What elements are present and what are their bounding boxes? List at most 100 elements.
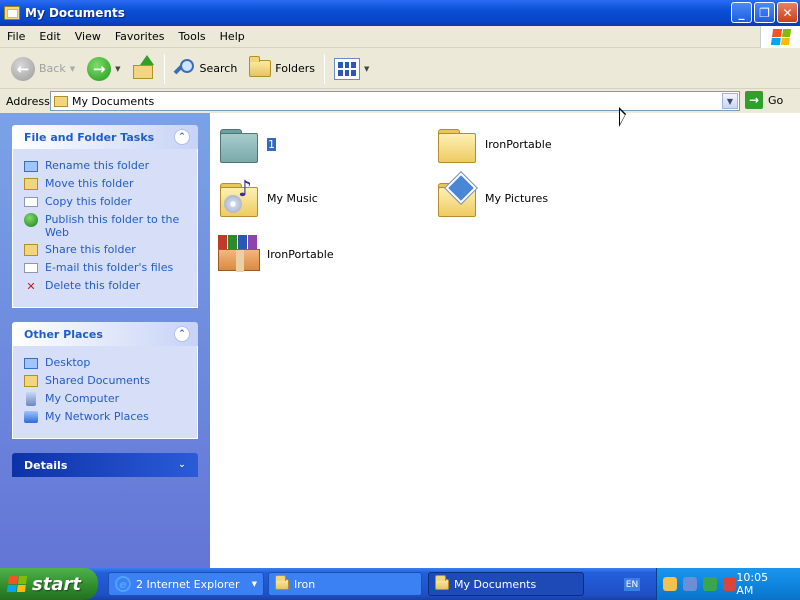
menu-tools[interactable]: Tools <box>172 30 213 43</box>
task-rename-folder[interactable]: Rename this folder <box>23 159 187 173</box>
file-view[interactable]: 1 IronPortable ♪ My Music My Pictures Ir… <box>210 113 800 568</box>
details-panel: Details ⌄ <box>12 453 198 477</box>
menu-favorites[interactable]: Favorites <box>108 30 172 43</box>
other-places-header[interactable]: Other Places ⌃ <box>12 322 198 346</box>
address-dropdown-icon[interactable]: ▼ <box>722 93 738 109</box>
folders-label: Folders <box>275 62 316 75</box>
desktop-icon <box>23 356 39 370</box>
place-my-computer[interactable]: My Computer <box>23 392 187 406</box>
toolbar-separator <box>324 53 326 84</box>
minimize-button[interactable]: _ <box>731 2 752 23</box>
menu-edit[interactable]: Edit <box>32 30 67 43</box>
file-item[interactable]: ♪ My Music <box>216 175 318 221</box>
pictures-folder-icon <box>434 172 480 221</box>
task-label: E-mail this folder's files <box>45 261 174 274</box>
file-name: My Music <box>267 191 318 205</box>
forward-dropdown-icon[interactable]: ▼ <box>115 65 120 73</box>
mouse-cursor-fill <box>620 110 625 124</box>
place-label: My Computer <box>45 392 120 405</box>
up-button[interactable] <box>130 52 158 86</box>
folder-icon <box>435 574 449 590</box>
file-item[interactable]: My Pictures <box>434 172 549 221</box>
collapse-icon[interactable]: ⌃ <box>174 129 190 145</box>
close-button[interactable]: ✕ <box>777 2 798 23</box>
taskbar-item-internet-explorer[interactable]: e 2 Internet Explorer ▼ <box>108 572 264 596</box>
file-name: My Pictures <box>485 191 549 205</box>
security-alert-icon[interactable] <box>722 577 737 591</box>
music-folder-icon: ♪ <box>216 175 262 221</box>
window-title: My Documents <box>25 6 125 20</box>
expand-icon[interactable]: ⌄ <box>174 457 190 473</box>
place-shared-documents[interactable]: Shared Documents <box>23 374 187 388</box>
task-copy-folder[interactable]: Copy this folder <box>23 195 187 209</box>
address-bar: Address My Documents ▼ → Go <box>0 90 800 112</box>
network-icon <box>23 410 39 424</box>
start-label: start <box>32 573 81 595</box>
copy-icon <box>23 195 39 209</box>
folder-icon <box>23 374 39 388</box>
address-field[interactable]: My Documents ▼ <box>50 91 740 111</box>
folder-icon <box>4 6 20 20</box>
search-button[interactable]: Search <box>171 52 241 86</box>
language-indicator[interactable]: EN <box>624 578 640 591</box>
go-button[interactable]: → Go <box>745 91 783 109</box>
folders-button[interactable]: Folders <box>246 52 318 86</box>
place-desktop[interactable]: Desktop <box>23 356 187 370</box>
menu-file[interactable]: File <box>0 30 32 43</box>
task-move-folder[interactable]: Move this folder <box>23 177 187 191</box>
toolbar: ← Back ▼ → ▼ Search Folders ▼ <box>0 49 800 89</box>
task-publish-folder[interactable]: Publish this folder to the Web <box>23 213 187 239</box>
task-email-files[interactable]: E-mail this folder's files <box>23 261 187 275</box>
file-item[interactable]: IronPortable <box>434 121 552 167</box>
delete-icon: ✕ <box>26 279 36 293</box>
forward-arrow-icon: → <box>87 56 112 81</box>
address-value: My Documents <box>72 94 155 108</box>
maximize-button[interactable]: ❐ <box>754 2 775 23</box>
folders-icon <box>249 56 272 77</box>
system-tray: 10:05 AM <box>656 568 800 600</box>
file-name: IronPortable <box>485 137 552 151</box>
back-button[interactable]: ← Back ▼ <box>8 52 78 86</box>
start-button[interactable]: start <box>0 568 98 600</box>
views-dropdown-icon[interactable]: ▼ <box>364 65 369 73</box>
collapse-icon[interactable]: ⌃ <box>174 326 190 342</box>
security-shield-icon[interactable] <box>663 577 677 591</box>
task-share-folder[interactable]: Share this folder <box>23 243 187 257</box>
menu-help[interactable]: Help <box>213 30 252 43</box>
network-tray-icon[interactable] <box>682 577 697 591</box>
place-my-network-places[interactable]: My Network Places <box>23 410 187 424</box>
computer-icon <box>23 392 39 406</box>
task-label: Publish this folder to the Web <box>45 213 180 239</box>
taskbar-item-label: 2 Internet Explorer <box>136 577 240 591</box>
back-arrow-icon: ← <box>11 56 35 81</box>
package-icon <box>216 231 262 277</box>
folder-icon <box>275 574 289 590</box>
windows-logo-icon <box>760 26 800 48</box>
task-delete-folder[interactable]: ✕ Delete this folder <box>23 279 187 293</box>
taskbar-item-iron[interactable]: Iron <box>268 572 422 596</box>
device-tray-icon[interactable] <box>702 577 717 591</box>
file-folder-tasks-header[interactable]: File and Folder Tasks ⌃ <box>12 125 198 149</box>
task-label: Delete this folder <box>45 279 141 292</box>
clock[interactable]: 10:05 AM <box>736 571 788 597</box>
views-button[interactable]: ▼ <box>331 52 372 86</box>
task-label: Rename this folder <box>45 159 150 172</box>
search-icon <box>173 58 196 80</box>
ie-icon: e <box>115 576 131 592</box>
taskbar: start e 2 Internet Explorer ▼ Iron My Do… <box>0 568 800 600</box>
file-name: IronPortable <box>267 247 334 261</box>
file-item[interactable]: IronPortable <box>216 231 334 277</box>
rename-icon <box>23 159 39 173</box>
forward-button[interactable]: → ▼ <box>84 52 123 86</box>
details-header[interactable]: Details ⌄ <box>12 453 198 477</box>
back-dropdown-icon[interactable]: ▼ <box>70 65 75 73</box>
file-item[interactable]: 1 <box>216 121 276 167</box>
move-icon <box>23 177 39 191</box>
file-folder-tasks-panel: File and Folder Tasks ⌃ Rename this fold… <box>12 125 198 308</box>
menu-view[interactable]: View <box>68 30 108 43</box>
taskbar-item-my-documents[interactable]: My Documents <box>428 572 584 596</box>
place-label: Shared Documents <box>45 374 150 387</box>
go-arrow-icon: → <box>745 91 763 109</box>
title-bar[interactable]: My Documents _ ❐ ✕ <box>0 0 800 26</box>
place-label: My Network Places <box>45 410 149 423</box>
